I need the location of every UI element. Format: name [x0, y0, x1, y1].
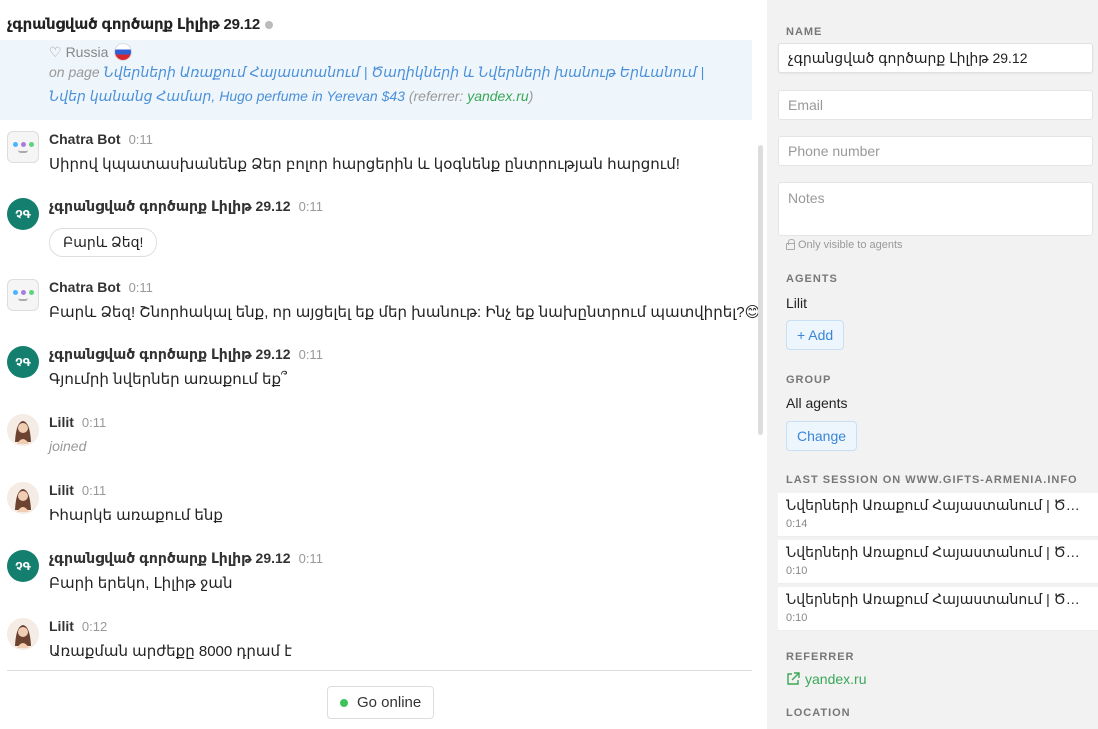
message-time: 0:12	[81, 619, 108, 634]
visitor-info-banner: ♡ Russia on page Նվերների Առաքում Հայաստ…	[0, 40, 752, 120]
change-group-button[interactable]: Change	[786, 421, 858, 451]
group-label: GROUP	[786, 374, 832, 386]
referrer-label: REFERRER	[786, 651, 855, 663]
visitor-page-line-2: Նվեր կանանց Համար, Hugo perfume in Yerev…	[49, 84, 752, 108]
visitor-avatar: ՉԳ	[7, 550, 39, 582]
message-item: Chatra Bot 0:11 Սիրով կպատասխանենք Ձեր բո…	[7, 131, 752, 179]
message-time: 0:11	[298, 199, 323, 214]
message-time: 0:11	[81, 483, 107, 498]
add-agent-button[interactable]: + Add	[786, 320, 845, 350]
chat-footer-divider	[7, 670, 752, 671]
online-status-dot-icon	[340, 698, 348, 707]
message-author: Lilit 0:11	[49, 482, 107, 498]
referrer-link[interactable]: yandex.ru	[467, 88, 528, 104]
visited-page-link-cont[interactable]: Նվեր կանանց Համար, Hugo perfume in Yerev…	[49, 88, 405, 104]
phone-field[interactable]: Phone number	[778, 136, 1093, 166]
visitor-location: ♡ Russia	[49, 43, 752, 61]
bot-avatar-icon	[7, 131, 39, 163]
last-session-label: LAST SESSION ON WWW.GIFTS-ARMENIA.INFO	[786, 474, 1078, 486]
agent-avatar	[7, 482, 39, 514]
agent-name: Lilit	[786, 295, 808, 311]
visited-page-link[interactable]: Նվերների Առաքում Հայաստանում | Ծաղիկների…	[104, 64, 705, 80]
visitor-avatar: ՉԳ	[7, 346, 39, 378]
session-item[interactable]: Նվերների Առաքում Հայաստանում | Ծաղիկների…	[778, 587, 1098, 631]
heart-icon: ♡	[49, 44, 62, 60]
message-time: 0:11	[298, 551, 323, 566]
referrer-value: yandex.ru	[805, 671, 867, 687]
offline-status-dot	[265, 20, 274, 29]
agents-label: AGENTS	[786, 273, 838, 285]
bot-avatar-icon	[7, 279, 39, 311]
email-field[interactable]: Email	[778, 90, 1093, 120]
message-item: ՉԳ չգրանցված գործարք Լիլիթ 29.12 0:11 Գյո…	[7, 346, 752, 394]
visitor-avatar: ՉԳ	[7, 198, 39, 230]
message-item: Lilit 0:11 joined	[7, 414, 752, 462]
message-text: Իհարկե առաքում ենք	[49, 507, 223, 524]
external-link-icon	[787, 672, 800, 685]
referrer-suffix: )	[528, 88, 534, 104]
visitor-country: Russia	[65, 44, 109, 60]
notes-hint: Only visible to agents	[786, 238, 903, 251]
agent-avatar	[7, 414, 39, 446]
system-joined-text: joined	[49, 438, 87, 454]
message-author: չգրանցված գործարք Լիլիթ 29.12 0:11	[49, 346, 323, 362]
location-label: LOCATION	[786, 707, 851, 719]
message-item: Lilit 0:12 Առաքման արժեքը 8000 դրամ է	[7, 618, 752, 666]
session-time: 0:10	[786, 565, 808, 577]
session-title: Նվերների Առաքում Հայաստանում | Ծաղիկների…	[786, 497, 1086, 513]
on-page-prefix: on page	[49, 64, 100, 80]
message-text: Գյումրի նվերներ առաքում եք՞	[49, 371, 288, 388]
go-online-label: Go online	[357, 694, 422, 711]
agent-avatar	[7, 618, 39, 650]
message-author: չգրանցված գործարք Լիլիթ 29.12 0:11	[49, 550, 323, 566]
session-item[interactable]: Նվերների Առաքում Հայաստանում | Ծաղիկների…	[778, 493, 1098, 537]
message-text: Առաքման արժեքը 8000 դրամ է	[49, 643, 292, 660]
message-time: 0:11	[128, 280, 153, 295]
group-value: All agents	[786, 395, 848, 411]
notes-hint-text: Only visible to agents	[798, 239, 903, 251]
visitor-page-line-1: on page Նվերների Առաքում Հայաստանում | Ծ…	[49, 60, 752, 84]
chat-scrollbar[interactable]	[758, 145, 763, 435]
message-text: Սիրով կպատասխանենք Ձեր բոլոր հարցերին և …	[49, 156, 680, 173]
visitor-name-title: չգրանցված գործարք Լիլիթ 29.12	[7, 16, 261, 33]
name-label: NAME	[786, 26, 823, 38]
session-item[interactable]: Նվերների Առաքում Հայաստանում | Ծաղիկների…	[778, 540, 1098, 584]
session-title: Նվերների Առաքում Հայաստանում | Ծաղիկների…	[786, 544, 1086, 560]
chat-pane: չգրանցված գործարք Լիլիթ 29.12 ♡ Russia o…	[0, 0, 767, 729]
referrer-link[interactable]: yandex.ru	[786, 671, 866, 687]
message-item: ՉԳ չգրանցված գործարք Լիլիթ 29.12 0:11 Բար…	[7, 198, 752, 258]
message-item: Lilit 0:11 Իհարկե առաքում ենք	[7, 482, 752, 530]
message-author: չգրանցված գործարք Լիլիթ 29.12 0:11	[49, 198, 323, 214]
russia-flag-icon	[114, 43, 133, 61]
message-text: Բարի երեկո, Լիլիթ ջան	[49, 575, 233, 592]
session-title: Նվերների Առաքում Հայաստանում | Ծաղիկների…	[786, 591, 1086, 607]
message-time: 0:11	[128, 132, 153, 147]
session-time: 0:10	[786, 612, 808, 624]
notes-field[interactable]: Notes	[778, 182, 1093, 236]
message-author: Lilit 0:12	[49, 618, 108, 634]
message-author: Chatra Bot 0:11	[49, 131, 153, 147]
message-bubble: Բարև Ձեզ!	[49, 228, 158, 257]
message-item: ՉԳ չգրանցված գործարք Լիլիթ 29.12 0:11 Բար…	[7, 550, 752, 598]
visitor-sidebar: NAME չգրանցված գործարք Լիլիթ 29.12 Email…	[767, 0, 1098, 729]
chat-header: չգրանցված գործարք Լիլիթ 29.12	[7, 15, 274, 33]
lock-icon	[786, 238, 795, 250]
message-time: 0:11	[81, 415, 107, 430]
message-author: Lilit 0:11	[49, 414, 107, 430]
go-online-button[interactable]: Go online	[327, 686, 435, 719]
referrer-prefix: (referrer:	[408, 88, 464, 104]
message-time: 0:11	[298, 347, 323, 362]
message-item: Chatra Bot 0:11 Բարև Ձեզ! Շնորհակալ ենք, …	[7, 279, 760, 327]
chat-app: չգրանցված գործարք Լիլիթ 29.12 ♡ Russia o…	[0, 0, 1098, 729]
name-field[interactable]: չգրանցված գործարք Լիլիթ 29.12	[778, 43, 1093, 73]
session-time: 0:14	[786, 518, 808, 530]
message-text: Բարև Ձեզ! Շնորհակալ ենք, որ այցելել եք մ…	[49, 304, 761, 321]
message-author: Chatra Bot 0:11	[49, 279, 153, 295]
